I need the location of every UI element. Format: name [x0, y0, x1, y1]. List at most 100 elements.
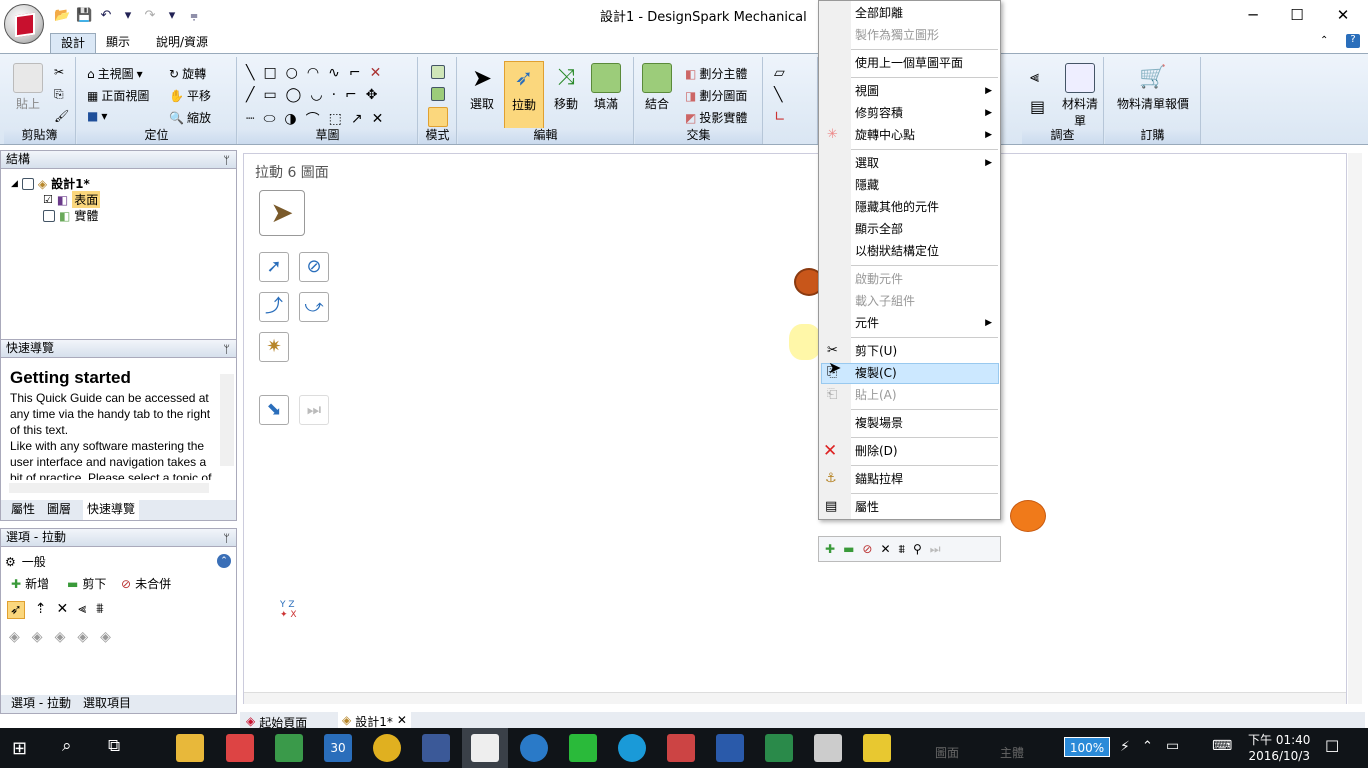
designspark-icon[interactable] [471, 734, 499, 762]
menu-item-copy-scene[interactable]: 複製場景 [855, 413, 1000, 433]
tab-properties[interactable]: 屬性 [11, 500, 35, 520]
cube-option-icon[interactable]: ◈ [100, 629, 111, 645]
sweep-tool-icon[interactable]: ⤴ [259, 292, 289, 322]
tab-selection[interactable]: 選取項目 [83, 695, 131, 713]
project-body-button[interactable]: ◩ 投影實體 [685, 109, 747, 126]
word-icon[interactable] [716, 734, 744, 762]
spline-icon[interactable]: ∿ [328, 65, 340, 81]
pull-direction-icon[interactable]: ➶ [7, 601, 25, 619]
tree-root[interactable]: ◢ ◈ 設計1* [11, 175, 90, 192]
bom-quote-button[interactable]: 🛒 物料清單報價 [1111, 63, 1195, 112]
blend-tool-icon[interactable]: ✷ [259, 332, 289, 362]
paste-button[interactable]: 貼上 [8, 63, 48, 112]
pull-arrow-handle[interactable] [1010, 500, 1046, 532]
cross-icon[interactable]: ✕ [370, 65, 382, 81]
pull-button[interactable]: ➶ 拉動 [504, 61, 544, 129]
bom-button[interactable]: 材料清單 [1060, 63, 1100, 129]
design-canvas[interactable]: 拉動 6 圖面 ➤ ➚ ⊘ ⤴ ⤻ ✷ ⬊ ⏭ Y Z ✦ X [243, 153, 1347, 704]
cube-option-icon[interactable]: ◈ [55, 629, 66, 645]
point-icon[interactable]: · [332, 87, 336, 103]
next-tool-icon[interactable]: ⏭ [299, 395, 329, 425]
open-icon[interactable]: 📂 [54, 8, 70, 24]
rotate-button[interactable]: ↻ 旋轉 [169, 65, 206, 82]
nomerge-option[interactable]: ⊘ 未合併 [121, 575, 171, 592]
skype-icon[interactable] [618, 734, 646, 762]
view-cube-button[interactable]: ■ ▾ [87, 109, 107, 123]
application-menu-button[interactable] [4, 4, 44, 44]
collapse-ribbon-icon[interactable]: ⌃ [1320, 35, 1328, 46]
split-body-button[interactable]: ◧ 劃分主體 [685, 65, 747, 82]
copy-icon[interactable]: ⎘ [54, 87, 64, 102]
dimension-icon[interactable]: ⩩ [899, 542, 905, 557]
tab-design[interactable]: 設計 [50, 33, 97, 53]
chevron-down-icon[interactable]: ▾ [164, 8, 180, 24]
save-icon[interactable]: 💾 [76, 8, 92, 24]
cut-icon[interactable]: ✂ [54, 65, 64, 79]
task-view-icon[interactable]: ⧉ [108, 736, 120, 756]
fill-button[interactable]: 填滿 [586, 63, 626, 112]
calendar-icon[interactable]: 30 [324, 734, 352, 762]
menu-item-paste[interactable]: 貼上(A) [855, 385, 1000, 405]
plane-icon[interactable]: ▱ [774, 65, 785, 81]
pin-tool-icon[interactable]: ⚲ [913, 542, 922, 556]
construction-icon[interactable]: ┈ [246, 111, 254, 127]
tab-options[interactable]: 選項 - 拉動 [11, 695, 71, 713]
arc-icon[interactable]: ◠ [307, 65, 319, 81]
pull-direction-tool-icon[interactable]: ➚ [259, 252, 289, 282]
canvas-horizontal-scrollbar[interactable] [244, 692, 1346, 704]
sketch-mode-icon[interactable] [431, 65, 445, 79]
vertical-scrollbar[interactable] [220, 374, 234, 466]
undo-icon[interactable]: ↶ [98, 8, 114, 24]
menu-item-component[interactable]: 元件 ▶ [855, 313, 1000, 333]
offset-icon[interactable]: ⌐ [345, 87, 357, 103]
menu-item-copy[interactable]: 複製(C) [855, 363, 1000, 383]
menu-item-hide-others[interactable]: 隱藏其他的元件 [855, 197, 1000, 217]
check-icon[interactable]: ▤ [1030, 97, 1045, 116]
draft-tool-icon[interactable]: ⤻ [299, 292, 329, 322]
customize-qat-icon[interactable]: ⩦ [186, 8, 202, 24]
split-face-button[interactable]: ◨ 劃分圖面 [685, 87, 747, 104]
cube-option-icon[interactable]: ◈ [9, 629, 20, 645]
circle-icon[interactable]: ○ [286, 65, 298, 81]
tree-item-solid[interactable]: ◧ 實體 [43, 207, 98, 224]
battery-badge[interactable]: 100% [1064, 737, 1110, 757]
redo-icon[interactable]: ↷ [142, 8, 158, 24]
home-view-button[interactable]: ⌂ 主視圖 ▾ [87, 65, 143, 82]
complete-tool-icon[interactable]: ⬊ [259, 395, 289, 425]
power-icon[interactable]: ⚡ [1120, 739, 1130, 755]
cube-option-icon[interactable]: ◈ [77, 629, 88, 645]
next-icon[interactable]: ⏭ [930, 542, 941, 557]
bend-icon[interactable]: ↗ [351, 111, 363, 127]
gmail-icon[interactable] [226, 734, 254, 762]
tab-quickguide[interactable]: 快速導覽 [83, 500, 140, 520]
rectangle-icon[interactable]: □ [263, 65, 276, 81]
combine-button[interactable]: 結合 [637, 63, 677, 112]
origin-icon[interactable]: ∟ [774, 109, 786, 125]
start-icon[interactable]: ⊞ [12, 738, 27, 759]
ruler-icon[interactable]: ⫷ [78, 601, 86, 619]
network-icon[interactable]: ▭ [1166, 738, 1179, 754]
pivot-icon[interactable]: ✕ [56, 601, 68, 619]
pin-icon[interactable]: ᛘ [223, 152, 230, 169]
help-icon[interactable]: ? [1346, 34, 1360, 48]
polygon-icon[interactable]: ▭ [263, 87, 276, 103]
select-button[interactable]: ➤ 選取 [462, 63, 502, 112]
menu-item-activate-component[interactable]: 啟動元件 [855, 269, 1000, 289]
ellipse-icon[interactable]: ⬭ [263, 111, 275, 127]
minimize-button[interactable]: ─ [1230, 0, 1276, 31]
menu-item-trim-volume[interactable]: 修剪容積 ▶ [855, 103, 1000, 123]
menu-item-view[interactable]: 視圖 ▶ [855, 81, 1000, 101]
checkbox-checked[interactable]: ☑ [43, 193, 53, 206]
drive-icon[interactable] [275, 734, 303, 762]
tree-item-surface[interactable]: ☑ ◧ 表面 [43, 191, 101, 208]
pivot-icon[interactable]: ✕ [880, 542, 890, 556]
menu-item-delete[interactable]: 刪除(D) [855, 441, 1000, 461]
arc3-icon[interactable]: ◡ [310, 87, 322, 103]
plus-icon[interactable]: ✚ [825, 542, 835, 556]
axis-icon[interactable]: ╲ [774, 87, 782, 103]
menu-item-detach-all[interactable]: 全部卸離 [855, 3, 1000, 23]
menu-item-anchor-handle[interactable]: 錨點拉桿 [855, 469, 1000, 489]
section-mode-icon[interactable] [431, 87, 445, 101]
tangent-line-icon[interactable]: ╱ [246, 87, 254, 103]
doc-tab-design[interactable]: ◈ 設計1* ✕ [338, 712, 411, 729]
